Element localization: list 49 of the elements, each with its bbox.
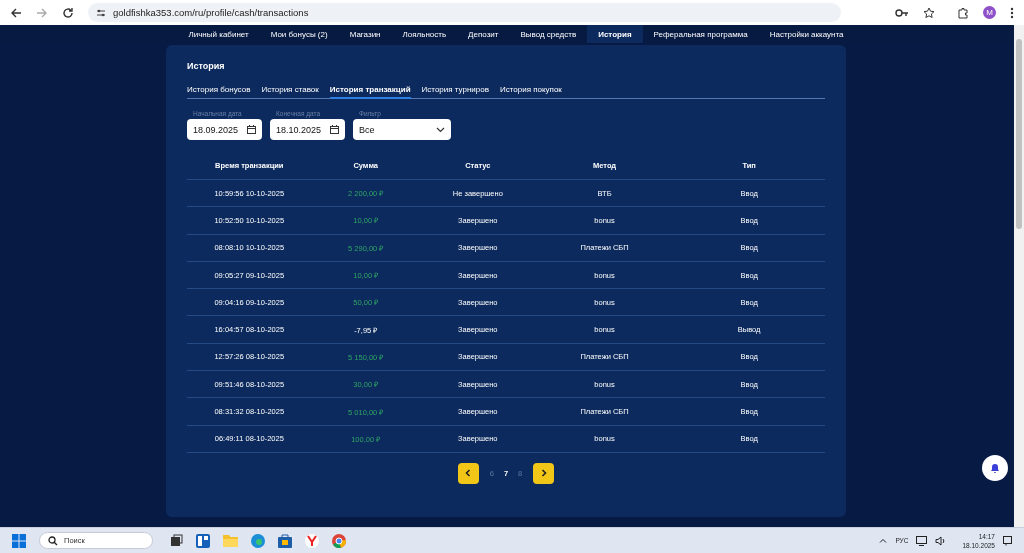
chevron-left-icon <box>465 469 472 478</box>
tab[interactable]: История покупок <box>499 79 562 99</box>
back-icon[interactable] <box>10 6 22 19</box>
chevron-right-icon <box>540 469 547 478</box>
site-settings-icon[interactable] <box>96 7 106 18</box>
next-page-button[interactable] <box>533 462 555 484</box>
date-field[interactable]: 18.10.2025 <box>270 119 345 140</box>
chevron-up-icon[interactable] <box>879 538 888 543</box>
tab[interactable]: История транзакций <box>329 79 411 99</box>
chrome-icon[interactable] <box>332 533 346 548</box>
nav-item[interactable]: Вывод средств <box>509 25 588 43</box>
browser-y-icon[interactable] <box>305 533 319 548</box>
nav-item[interactable]: Магазин <box>338 25 392 43</box>
nav-item[interactable]: История <box>587 25 643 43</box>
nav-item[interactable]: Личный кабинет <box>177 25 260 43</box>
nav-item[interactable]: Мои бонусы (2) <box>259 25 339 43</box>
profile-avatar[interactable]: M <box>983 6 996 19</box>
task-view-icon[interactable] <box>170 534 183 547</box>
reload-icon[interactable] <box>62 6 74 19</box>
widgets-icon[interactable] <box>196 533 210 548</box>
calendar-icon[interactable] <box>330 125 339 134</box>
start-icon[interactable] <box>12 533 26 548</box>
extensions-icon[interactable] <box>957 6 969 19</box>
nav-item[interactable]: Лояльность <box>391 25 458 43</box>
calendar-icon[interactable] <box>247 125 256 134</box>
nav-item[interactable]: Депозит <box>457 25 510 43</box>
address-bar[interactable]: goldfishka353.com/ru/profile/cash/transactions <box>88 3 841 22</box>
search-icon <box>48 535 58 546</box>
edge-browser-icon[interactable] <box>251 533 265 548</box>
previous-page-button[interactable] <box>457 462 479 484</box>
filter-dropdown[interactable]: Все <box>353 119 451 140</box>
scrollbar[interactable] <box>1014 25 1024 527</box>
tab[interactable]: История бонусов <box>187 79 251 99</box>
date-field[interactable]: 18.09.2025 <box>187 119 262 140</box>
panel-title: История <box>187 61 226 73</box>
chevron-down-icon <box>436 126 445 133</box>
notification-button[interactable] <box>982 455 1008 481</box>
tab[interactable]: История ставок <box>261 79 319 99</box>
store-icon[interactable] <box>278 533 292 548</box>
key-icon[interactable] <box>895 7 909 18</box>
bell-icon <box>989 462 1001 474</box>
tab[interactable]: История турниров <box>421 79 489 99</box>
speaker-icon[interactable] <box>935 535 947 546</box>
nav-item[interactable]: Реферальная программа <box>642 25 759 43</box>
menu-icon[interactable] <box>1010 6 1014 19</box>
star-icon[interactable] <box>923 6 935 19</box>
monitor-icon[interactable] <box>916 535 928 546</box>
notification-center-icon[interactable] <box>1003 535 1012 546</box>
nav-item[interactable]: Настройки аккаунта <box>758 25 855 43</box>
